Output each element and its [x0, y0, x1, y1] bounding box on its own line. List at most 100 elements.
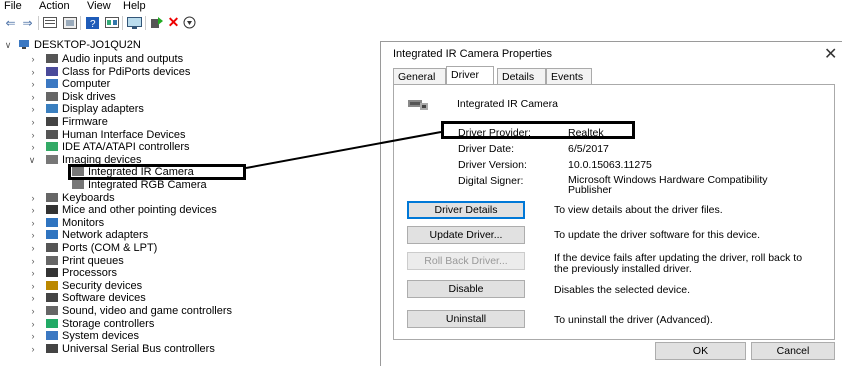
chevron-right-icon[interactable]: ›	[29, 141, 37, 153]
update-driver-button[interactable]: Update Driver...	[407, 226, 525, 244]
chevron-right-icon[interactable]: ›	[29, 116, 37, 128]
driver-details-button[interactable]: Driver Details	[407, 201, 525, 219]
menu-action[interactable]: Action	[39, 0, 70, 12]
display-adapter-icon	[46, 104, 58, 114]
properties-view-icon[interactable]	[42, 16, 57, 29]
scan-hardware-icon[interactable]	[182, 16, 197, 29]
speaker-icon	[46, 54, 58, 63]
disable-desc: Disables the selected device.	[554, 284, 690, 296]
tree-item-label: Universal Serial Bus controllers	[62, 342, 215, 355]
uninstall-desc: To uninstall the driver (Advanced).	[554, 314, 713, 326]
chevron-right-icon[interactable]: ›	[29, 78, 37, 90]
security-device-icon	[46, 280, 58, 290]
version-value: 10.0.15063.11275	[568, 159, 652, 171]
device-name: Integrated IR Camera	[457, 98, 558, 110]
chevron-right-icon[interactable]: ›	[29, 129, 37, 141]
usb-icon	[46, 343, 58, 353]
help-icon[interactable]: ?	[85, 16, 100, 29]
camera-icon	[46, 154, 58, 164]
tree-item-label: System devices	[62, 330, 140, 343]
tab-general[interactable]: General	[393, 68, 446, 84]
tab-events[interactable]: Events	[546, 68, 592, 84]
menu-help[interactable]: Help	[123, 0, 146, 12]
disable-button[interactable]: Disable	[407, 280, 525, 298]
signer-value: Microsoft Windows Hardware Compatibility…	[568, 174, 768, 196]
toolbar: ⇐ ⇒ ? ✕	[0, 14, 380, 32]
device-properties-icon[interactable]	[62, 16, 77, 29]
chevron-right-icon[interactable]: ›	[29, 267, 37, 279]
monitor-scan-icon[interactable]	[127, 16, 142, 29]
tree-item-label: Disk drives	[62, 90, 116, 103]
printer-icon	[46, 255, 58, 265]
chevron-right-icon[interactable]: ›	[29, 292, 37, 304]
tree-item-label: Monitors	[62, 216, 105, 229]
chevron-right-icon[interactable]: ›	[29, 305, 37, 317]
uninstall-icon[interactable]: ✕	[166, 14, 181, 30]
signer-label: Digital Signer:	[458, 175, 524, 187]
dialog-title: Integrated IR Camera Properties	[393, 48, 552, 60]
chevron-right-icon[interactable]: ›	[29, 242, 37, 254]
version-label: Driver Version:	[458, 159, 527, 171]
chevron-right-icon[interactable]: ›	[29, 91, 37, 103]
tree-item-label: Ports (COM & LPT)	[62, 242, 158, 254]
update-driver-icon[interactable]	[149, 16, 164, 29]
chevron-right-icon[interactable]: ›	[29, 103, 37, 115]
roll-back-desc: If the device fails after updating the d…	[554, 252, 803, 275]
system-device-icon	[46, 331, 58, 341]
chevron-right-icon[interactable]: ›	[29, 66, 37, 78]
tree-item-label: Human Interface Devices	[62, 128, 186, 141]
uninstall-button[interactable]: Uninstall	[407, 310, 525, 328]
port-device-icon	[46, 66, 58, 76]
computer-icon	[46, 79, 58, 89]
processor-icon	[46, 268, 58, 278]
tree-item-label: Integrated RGB Camera	[88, 179, 207, 191]
software-device-icon	[46, 293, 58, 303]
tree-item-label: Class for PdiPorts devices	[62, 65, 191, 78]
menu-file[interactable]: File	[4, 0, 22, 12]
chevron-right-icon[interactable]: ›	[29, 330, 37, 342]
highlight-ir-camera	[68, 164, 246, 180]
resources-view-icon[interactable]	[104, 16, 119, 29]
tree-item-label: Network adapters	[62, 229, 149, 242]
chevron-right-icon[interactable]: ›	[29, 204, 37, 216]
ide-controller-icon	[46, 142, 58, 152]
tree-item-label: Security devices	[62, 279, 143, 292]
tab-details[interactable]: Details	[497, 68, 546, 84]
chevron-right-icon[interactable]: ›	[29, 217, 37, 229]
chevron-right-icon[interactable]: ›	[29, 53, 37, 65]
storage-controller-icon	[46, 318, 58, 328]
chevron-down-icon[interactable]: ∨	[28, 154, 36, 166]
tree-item-label: Sound, video and game controllers	[62, 305, 232, 317]
chevron-right-icon[interactable]: ›	[29, 255, 37, 267]
cancel-button[interactable]: Cancel	[751, 342, 835, 360]
close-icon[interactable]: ✕	[824, 44, 837, 64]
tree-item-label: Software devices	[62, 292, 146, 305]
tree-item-label: Storage controllers	[62, 317, 155, 330]
chevron-right-icon[interactable]: ›	[29, 318, 37, 330]
chevron-down-icon[interactable]: ∨	[4, 39, 12, 51]
chevron-right-icon[interactable]: ›	[29, 280, 37, 292]
mouse-icon	[46, 205, 58, 215]
tree-item-label: Display adapters	[62, 103, 144, 116]
network-adapter-icon	[46, 230, 58, 240]
roll-back-driver-button[interactable]: Roll Back Driver...	[407, 252, 525, 270]
disk-drive-icon	[46, 91, 58, 101]
menu-view[interactable]: View	[87, 0, 111, 12]
keyboard-icon	[46, 192, 58, 202]
tree-item-label: Mice and other pointing devices	[62, 204, 217, 217]
tab-driver[interactable]: Driver	[446, 66, 494, 85]
chevron-right-icon[interactable]: ›	[29, 192, 37, 204]
date-value: 6/5/2017	[568, 143, 609, 155]
chevron-right-icon[interactable]: ›	[29, 229, 37, 241]
tree-item-label: Audio inputs and outputs	[62, 53, 184, 65]
sound-icon	[46, 306, 58, 315]
back-icon[interactable]: ⇐	[3, 16, 18, 30]
camera-icon	[408, 100, 428, 110]
ok-button[interactable]: OK	[655, 342, 746, 360]
chevron-right-icon[interactable]: ›	[29, 343, 37, 355]
driver-details-desc: To view details about the driver files.	[554, 204, 723, 216]
hid-icon	[46, 129, 58, 139]
forward-icon[interactable]: ⇒	[20, 16, 35, 30]
menu-bar: File Action View Help	[0, 0, 842, 14]
firmware-icon	[46, 117, 58, 126]
